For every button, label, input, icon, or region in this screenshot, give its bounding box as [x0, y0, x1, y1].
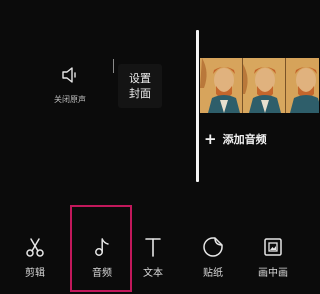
editor-timeline-area: 关闭原声 设置 封面 + 添加音频 [0, 0, 319, 198]
set-cover-label-line2: 封面 [129, 87, 151, 100]
sticker-icon [203, 237, 223, 257]
video-frame-thumbnail [243, 58, 286, 113]
speaker-mute-icon [62, 67, 76, 83]
toolbar-audio-button[interactable]: 音频 [77, 236, 127, 284]
track-divider [113, 59, 114, 73]
toolbar-audio-label: 音频 [92, 268, 112, 279]
add-audio-button[interactable]: + 添加音频 [204, 130, 267, 148]
set-cover-label-line1: 设置 [129, 72, 151, 85]
add-audio-label: 添加音频 [222, 133, 267, 146]
picture-in-picture-icon [264, 238, 282, 256]
toolbar-sticker-label: 贴纸 [203, 268, 223, 279]
set-cover-button[interactable]: 设置 封面 [118, 64, 162, 108]
video-track-clip[interactable] [200, 58, 319, 113]
plus-icon: + [204, 129, 217, 148]
mute-original-sound-button[interactable]: 关闭原声 [48, 64, 92, 108]
music-note-icon [95, 238, 109, 256]
toolbar-text-label: 文本 [143, 268, 163, 279]
toolbar-pip-button[interactable]: 画中画 [248, 236, 298, 284]
toolbar-cut-button[interactable]: 剪辑 [10, 236, 60, 284]
toolbar-sticker-button[interactable]: 贴纸 [188, 236, 238, 284]
toolbar-pip-label: 画中画 [258, 268, 288, 279]
text-icon [145, 238, 161, 257]
toolbar-text-button[interactable]: 文本 [128, 236, 178, 284]
scissors-icon [26, 238, 44, 257]
video-frame-thumbnail [200, 58, 243, 113]
mute-original-sound-label: 关闭原声 [54, 95, 86, 104]
video-frame-thumbnail [286, 58, 319, 113]
toolbar-cut-label: 剪辑 [25, 268, 45, 279]
timeline-playhead[interactable] [196, 30, 199, 182]
bottom-toolbar: 剪辑 音频 文本 贴纸 画中画 [0, 198, 319, 294]
